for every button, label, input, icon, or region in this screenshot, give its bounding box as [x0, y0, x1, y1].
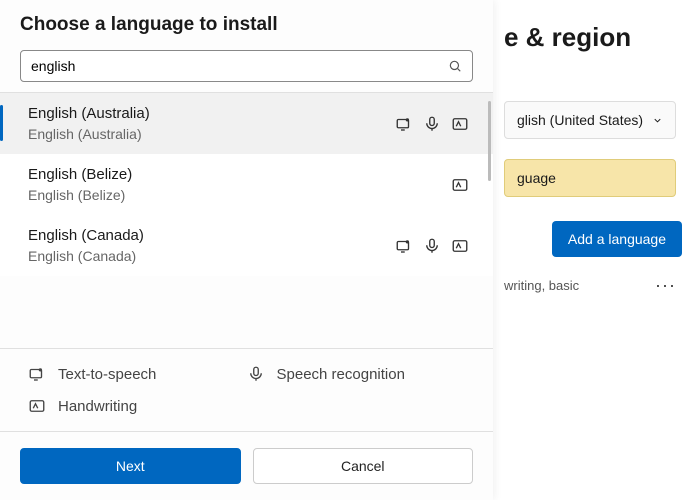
list-item[interactable]: English (Belize) English (Belize): [0, 154, 493, 215]
tts-icon: [395, 237, 413, 255]
language-list: English (Australia) English (Australia) …: [0, 92, 493, 348]
info-banner: guage: [504, 159, 676, 197]
tts-icon: [395, 115, 413, 133]
language-pack-subtitle: writing, basic: [504, 278, 579, 293]
selection-indicator: [0, 105, 3, 141]
language-name: English (Belize): [28, 166, 132, 183]
language-native: English (Australia): [28, 126, 150, 142]
more-icon[interactable]: ···: [655, 275, 676, 296]
legend-tts: Text-to-speech: [28, 365, 247, 383]
tts-icon: [28, 365, 46, 383]
mic-icon: [247, 365, 265, 383]
handwriting-icon: [451, 115, 469, 133]
language-name: English (Canada): [28, 227, 144, 244]
search-input[interactable]: [21, 51, 472, 81]
choose-language-dialog: Choose a language to install English (Au…: [0, 0, 493, 500]
settings-page-bg: e & region glish (United States) guage A…: [490, 0, 700, 500]
legend: Text-to-speech Speech recognition Handwr…: [0, 348, 493, 431]
language-native: English (Canada): [28, 248, 144, 264]
handwriting-icon: [451, 237, 469, 255]
legend-hand-label: Handwriting: [58, 398, 137, 415]
language-name: English (Australia): [28, 105, 150, 122]
mic-icon: [423, 237, 441, 255]
list-item[interactable]: English (Canada) English (Canada): [0, 215, 493, 276]
list-item[interactable]: English (Australia) English (Australia): [0, 93, 493, 154]
scrollbar-thumb[interactable]: [488, 101, 491, 181]
chevron-down-icon: [652, 115, 663, 126]
language-native: English (Belize): [28, 187, 132, 203]
cancel-button[interactable]: Cancel: [253, 448, 474, 484]
legend-tts-label: Text-to-speech: [58, 366, 156, 383]
dialog-footer: Next Cancel: [0, 431, 493, 500]
language-pack-item[interactable]: writing, basic ···: [504, 269, 676, 302]
mic-icon: [423, 115, 441, 133]
dialog-title: Choose a language to install: [20, 14, 473, 36]
legend-speech: Speech recognition: [247, 365, 466, 383]
search-wrapper: [20, 50, 473, 82]
windows-language-dropdown[interactable]: glish (United States): [504, 101, 676, 139]
legend-speech-label: Speech recognition: [277, 366, 405, 383]
page-title: e & region: [504, 22, 686, 53]
add-language-button[interactable]: Add a language: [552, 221, 682, 257]
search-icon: [448, 59, 462, 73]
next-button[interactable]: Next: [20, 448, 241, 484]
handwriting-icon: [451, 176, 469, 194]
legend-hand: Handwriting: [28, 397, 247, 415]
selected-language-label: glish (United States): [517, 112, 643, 128]
handwriting-icon: [28, 397, 46, 415]
